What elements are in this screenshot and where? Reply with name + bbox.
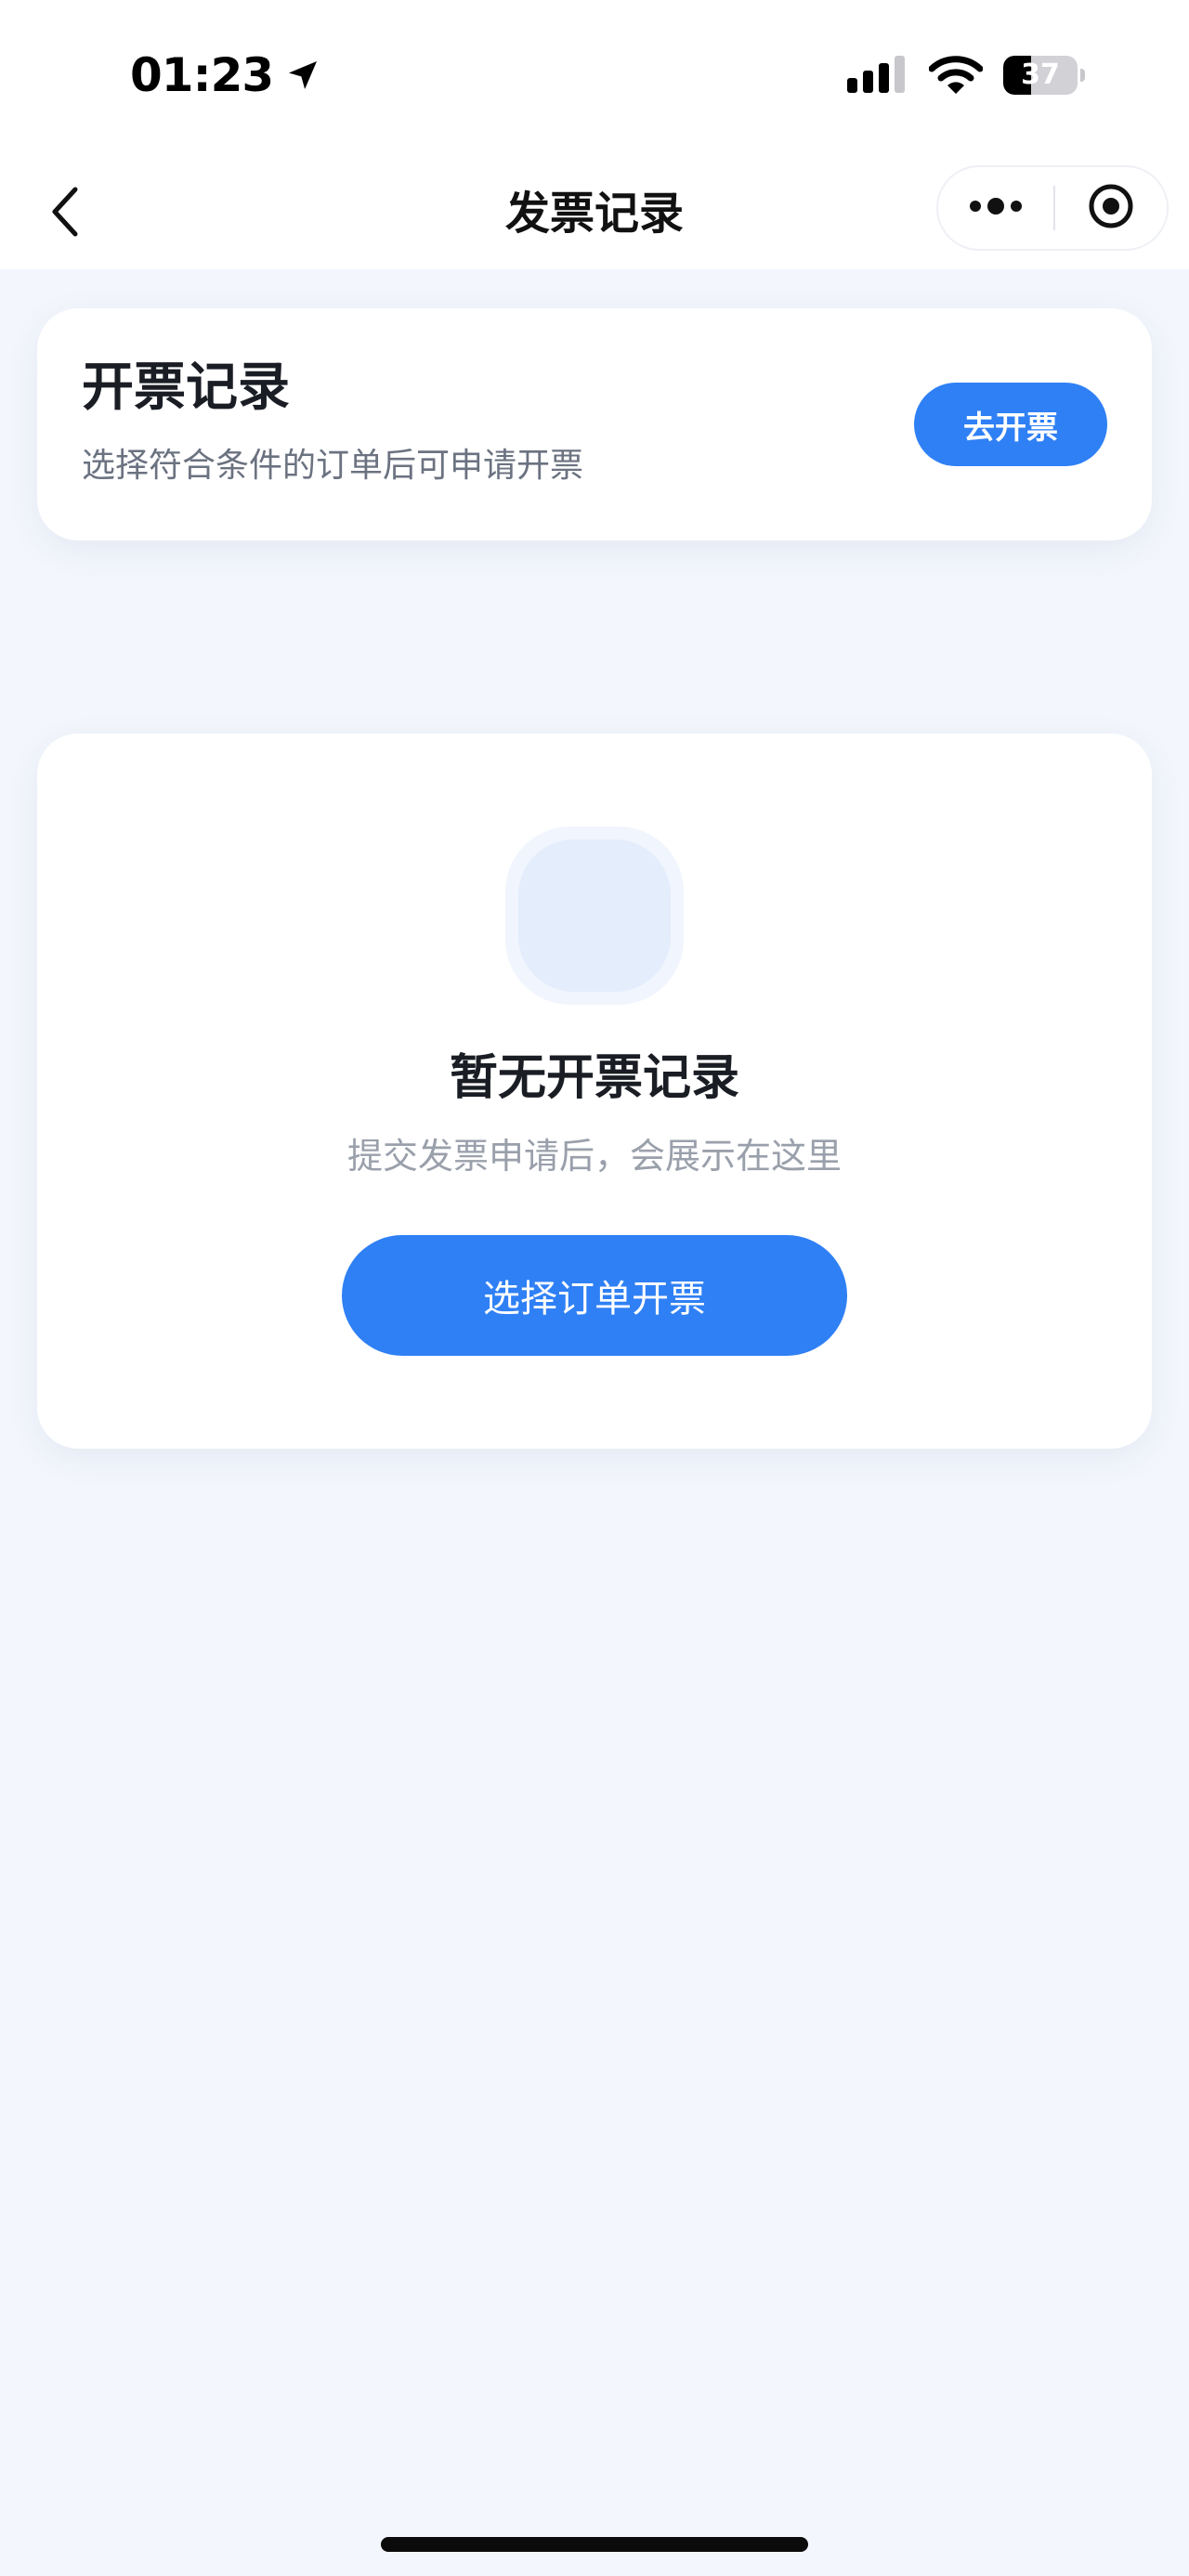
header-card-subtitle: 选择符合条件的订单后可申请开票 <box>82 447 584 485</box>
empty-state-description: 提交发票申请后，会展示在这里 <box>346 1136 842 1177</box>
invoice-header-card: 开票记录 选择符合条件的订单后可申请开票 去开票 <box>37 308 1152 540</box>
choose-order-button[interactable]: 选择订单开票 <box>342 1235 847 1356</box>
home-indicator <box>381 2537 808 2552</box>
status-bar: 01:23 37 <box>0 0 1189 158</box>
location-arrow-icon <box>284 57 321 94</box>
signal-icon <box>845 56 908 95</box>
status-time-group: 01:23 <box>130 48 321 102</box>
go-invoice-button[interactable]: 去开票 <box>914 383 1107 466</box>
close-miniprogram-button[interactable] <box>1055 167 1167 249</box>
empty-illustration-inner <box>518 839 671 992</box>
battery-icon: 37 <box>1003 56 1085 95</box>
more-dots-icon <box>968 197 1024 219</box>
status-time: 01:23 <box>130 48 274 102</box>
back-button[interactable] <box>37 186 93 241</box>
empty-illustration-icon <box>505 826 684 1005</box>
wifi-icon <box>929 56 983 95</box>
chevron-left-icon <box>49 186 81 241</box>
header-card-title: 开票记录 <box>82 358 290 418</box>
close-target-icon <box>1087 182 1135 234</box>
empty-state-title: 暂无开票记录 <box>449 1050 739 1106</box>
more-button[interactable] <box>938 167 1053 249</box>
battery-body: 37 <box>1003 56 1078 95</box>
empty-state-card: 暂无开票记录 提交发票申请后，会展示在这里 选择订单开票 <box>37 734 1152 1449</box>
nav-bar: 发票记录 <box>0 158 1189 269</box>
battery-level: 37 <box>1021 59 1060 91</box>
miniprogram-capsule <box>936 165 1169 251</box>
status-indicators: 37 <box>845 56 1085 95</box>
battery-cap <box>1080 69 1085 82</box>
